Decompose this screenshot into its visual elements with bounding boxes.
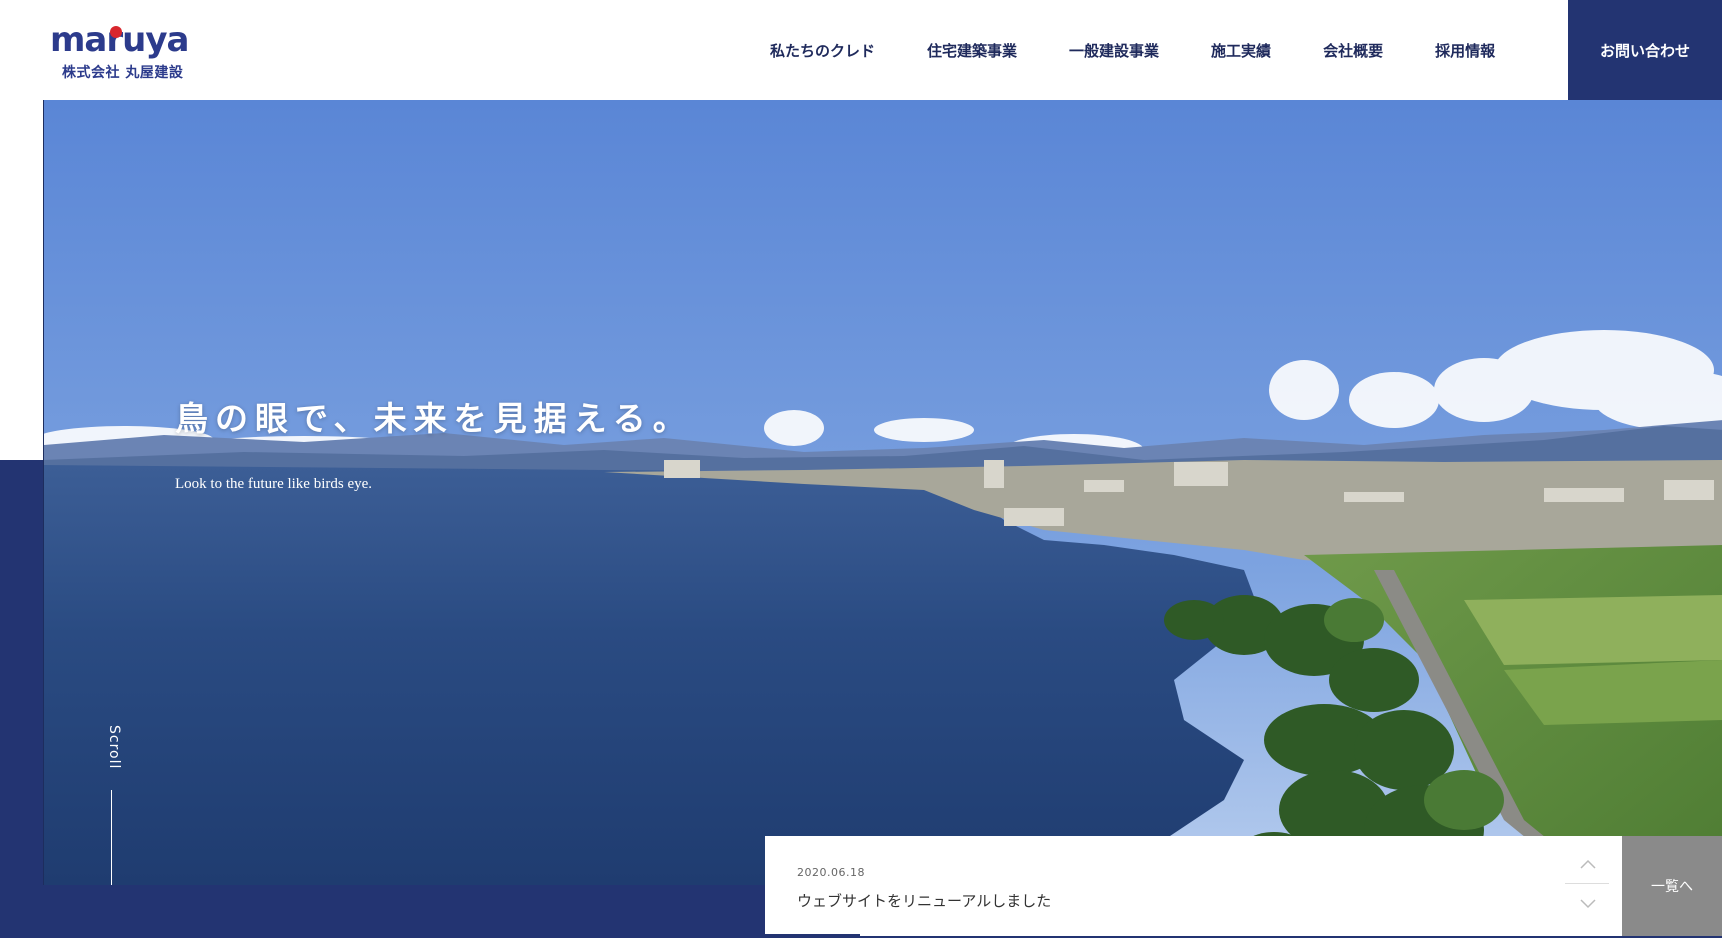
hero-visual: 鳥の眼で、未来を見据える。 Look to the future like bi… [43,100,1722,885]
news-underline [765,934,860,936]
nav-item-credo[interactable]: 私たちのクレド [770,40,875,61]
site-header: maruya 株式会社 丸屋建設 私たちのクレド 住宅建築事業 一般建設事業 施… [0,0,1722,100]
nav-item-general-construction[interactable]: 一般建設事業 [1069,40,1159,61]
news-date: 2020.06.18 [797,866,865,879]
chevron-up-icon[interactable] [1579,856,1597,874]
scroll-line [111,790,112,885]
contact-button[interactable]: お問い合わせ [1568,0,1722,100]
nav-item-recruit[interactable]: 採用情報 [1435,40,1495,61]
arrow-divider [1565,883,1609,884]
hero-subheadline: Look to the future like birds eye. [175,476,373,492]
nav-item-housing[interactable]: 住宅建築事業 [927,40,1017,61]
main-nav: 私たちのクレド 住宅建築事業 一般建設事業 施工実績 会社概要 採用情報 [770,0,1495,100]
chevron-down-icon[interactable] [1579,894,1597,912]
news-headline-link[interactable]: ウェブサイトをリニューアルしました [797,890,1051,911]
scroll-label: Scroll [106,725,122,770]
nav-item-company[interactable]: 会社概要 [1323,40,1383,61]
nav-item-works[interactable]: 施工実績 [1211,40,1271,61]
logo-company-name: 株式会社 丸屋建設 [62,65,184,81]
left-navy-band [0,460,44,938]
hero-headline: 鳥の眼で、未来を見据える。 [175,399,693,438]
logo-red-dot [110,26,122,38]
company-logo[interactable]: maruya 株式会社 丸屋建設 [50,20,210,84]
news-ticker: 2020.06.18 ウェブサイトをリニューアルしました [765,836,1622,936]
news-list-button[interactable]: 一覧へ [1622,836,1722,936]
